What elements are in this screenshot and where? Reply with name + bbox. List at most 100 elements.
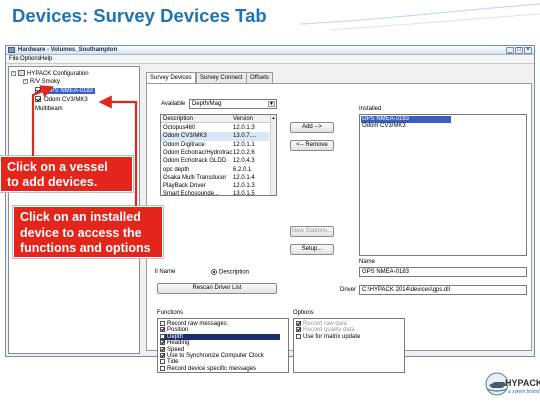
remove-button[interactable]: <-- Remove: [290, 140, 334, 151]
checkbox-icon[interactable]: [160, 346, 165, 352]
hardware-window: Hardware - Volumes_Southampton _ □ × Fil…: [5, 45, 535, 373]
installed-label: Installed: [359, 106, 382, 112]
slide-title: Devices: Survey Devices Tab: [12, 5, 267, 26]
options-group: Record raw data Record quality data Use fo…: [293, 318, 405, 373]
table-row[interactable]: Octopus460 12.0.1.3: [161, 124, 269, 133]
checkbox-icon[interactable]: [296, 327, 301, 333]
function-checkbox[interactable]: Speed: [160, 346, 184, 353]
checkbox-icon[interactable]: [160, 365, 165, 371]
installed-device-callout: Click on an installed device to access t…: [13, 206, 163, 258]
option-checkbox[interactable]: Use for matrix update: [296, 333, 360, 340]
tab-offsets[interactable]: Offsets: [246, 72, 273, 83]
option-label: Record quality data: [303, 327, 355, 334]
device-version: 12.0.2.6: [233, 149, 255, 156]
tree-multibeam[interactable]: Multibeam: [35, 105, 63, 113]
column-description[interactable]: Description: [163, 115, 193, 123]
function-checkbox[interactable]: Heading: [160, 340, 189, 346]
function-checkbox[interactable]: Depth: [160, 333, 280, 341]
checkbox-icon[interactable]: [160, 340, 165, 346]
sort-by-description-radio[interactable]: Description: [211, 269, 249, 277]
checkbox-icon[interactable]: [160, 321, 165, 326]
radio-selected-icon: [211, 269, 217, 275]
device-description: Odom CV3/MK3: [163, 133, 207, 140]
table-row[interactable]: Osaka Multi Transducer 12.0.1.4: [161, 174, 269, 183]
table-row[interactable]: PlayBack Driver 12.0.1.3: [161, 182, 269, 191]
checkbox-icon[interactable]: [160, 359, 165, 365]
function-checkbox[interactable]: Position: [160, 327, 188, 333]
scroll-up-icon[interactable]: ▲: [271, 115, 276, 121]
collapse-icon[interactable]: -: [23, 78, 28, 84]
chevron-down-icon[interactable]: ▼: [268, 101, 275, 107]
function-checkbox[interactable]: Record raw messages: [160, 321, 227, 327]
functions-group: Record raw messages Position Depth Heading S…: [157, 318, 289, 373]
close-button[interactable]: ×: [524, 47, 532, 54]
device-description: Octopus460: [163, 125, 196, 131]
device-version: 12.0.1.1: [233, 141, 255, 148]
device-icon: [35, 87, 41, 94]
window-title: Hardware - Volumes_Southampton: [18, 47, 118, 53]
device-description: Odom Digitrace: [163, 141, 205, 148]
minimize-button[interactable]: _: [506, 47, 514, 54]
collapse-icon[interactable]: -: [11, 70, 16, 76]
option-checkbox[interactable]: Record raw data: [296, 321, 347, 327]
tree-multibeam-label: Multibeam: [35, 106, 63, 112]
menu-help[interactable]: Help: [40, 55, 52, 64]
available-filter-select[interactable]: Depth/Mag ▼: [189, 99, 277, 109]
checkbox-icon[interactable]: [160, 353, 165, 358]
function-label: Tide: [167, 359, 179, 366]
rescan-driver-list-button[interactable]: Rescan Driver List: [157, 283, 277, 294]
table-row[interactable]: Odom Echotrack GLDD 12.0.4.3: [161, 157, 269, 166]
tree-vessel[interactable]: - R/V Smoky: [23, 78, 60, 86]
device-version: 13.0.1.5: [233, 191, 255, 196]
device-description: Odom Echotrac/Hydrotrac: [163, 149, 233, 156]
installed-item-odom[interactable]: Odom CV3/MK3: [361, 123, 407, 130]
function-label: Record device specific messages: [167, 365, 257, 372]
device-description: Smart Echosounde...: [163, 191, 220, 196]
logo-tagline: a xylem brand: [508, 389, 540, 395]
tree-root[interactable]: - HYPACK Configuration: [11, 70, 89, 78]
column-version[interactable]: Version: [233, 115, 253, 123]
tree-root-label: HYPACK Configuration: [27, 71, 89, 77]
available-label: Available: [161, 101, 186, 107]
tree-device-gps[interactable]: GPS NMEA-0183: [35, 87, 96, 95]
installed-devices-list[interactable]: GPS NMEA-0183 Odom CV3/MK3: [359, 114, 527, 256]
function-checkbox[interactable]: Use to Synchronize Computer Clock: [160, 353, 264, 359]
list-scrollbar[interactable]: ▲: [270, 115, 276, 195]
checkbox-icon[interactable]: [160, 327, 165, 333]
tree-device-odom[interactable]: Odom CV3/MK3: [35, 96, 88, 104]
table-row[interactable]: Odom Digitrace 12.0.1.1: [161, 141, 269, 150]
name-field[interactable]: GPS NMEA-0183: [359, 267, 527, 277]
name-label: Name: [359, 259, 376, 265]
menu-options[interactable]: Options: [20, 55, 41, 64]
option-checkbox[interactable]: Record quality data: [296, 327, 355, 333]
installed-item-gps[interactable]: GPS NMEA-0183: [361, 116, 451, 123]
driver-label: Driver: [340, 287, 356, 293]
maximize-button[interactable]: □: [515, 47, 523, 54]
vessel-callout-line-2: to add devices.: [7, 175, 98, 189]
new-stations-button[interactable]: New Stations...: [290, 226, 334, 237]
checkbox-icon[interactable]: [160, 333, 165, 339]
setup-button[interactable]: Setup...: [290, 244, 334, 255]
installed-callout-line-2: device to access the: [20, 225, 142, 240]
table-row[interactable]: Odom Echotrac/Hydrotrac 12.0.2.6: [161, 149, 269, 158]
available-devices-list[interactable]: Description Version Octopus460 12.0.1.3 Od…: [160, 114, 277, 196]
tab-survey-connect[interactable]: Survey Connect: [196, 72, 247, 83]
menu-file[interactable]: File: [9, 55, 19, 64]
add-button[interactable]: Add -->: [290, 122, 334, 133]
table-row[interactable]: Smart Echosounde... 13.0.1.5: [161, 190, 269, 196]
device-description: opc depth: [163, 166, 190, 173]
checkbox-icon[interactable]: [296, 333, 301, 339]
device-version: 12.0.1.3: [233, 183, 255, 190]
table-row[interactable]: Odom CV3/MK3 13.0.7....: [161, 132, 269, 141]
table-row[interactable]: opc depth 6.2.0.1: [161, 166, 269, 175]
checkbox-icon[interactable]: [296, 321, 301, 326]
window-titlebar: Hardware - Volumes_Southampton _ □ ×: [6, 46, 534, 55]
sort-by-name-radio[interactable]: ll Name: [155, 269, 175, 276]
device-icon: [35, 96, 41, 103]
function-checkbox[interactable]: Tide: [160, 359, 178, 365]
function-checkbox[interactable]: Record device specific messages: [160, 365, 257, 372]
device-description: Odom Echotrack GLDD: [163, 158, 227, 165]
device-version: 12.0.4.3: [233, 158, 255, 165]
sort-by-description-label: Description: [219, 269, 250, 276]
driver-field[interactable]: C:\HYPACK 2014\devices\gps.dll: [359, 285, 527, 295]
